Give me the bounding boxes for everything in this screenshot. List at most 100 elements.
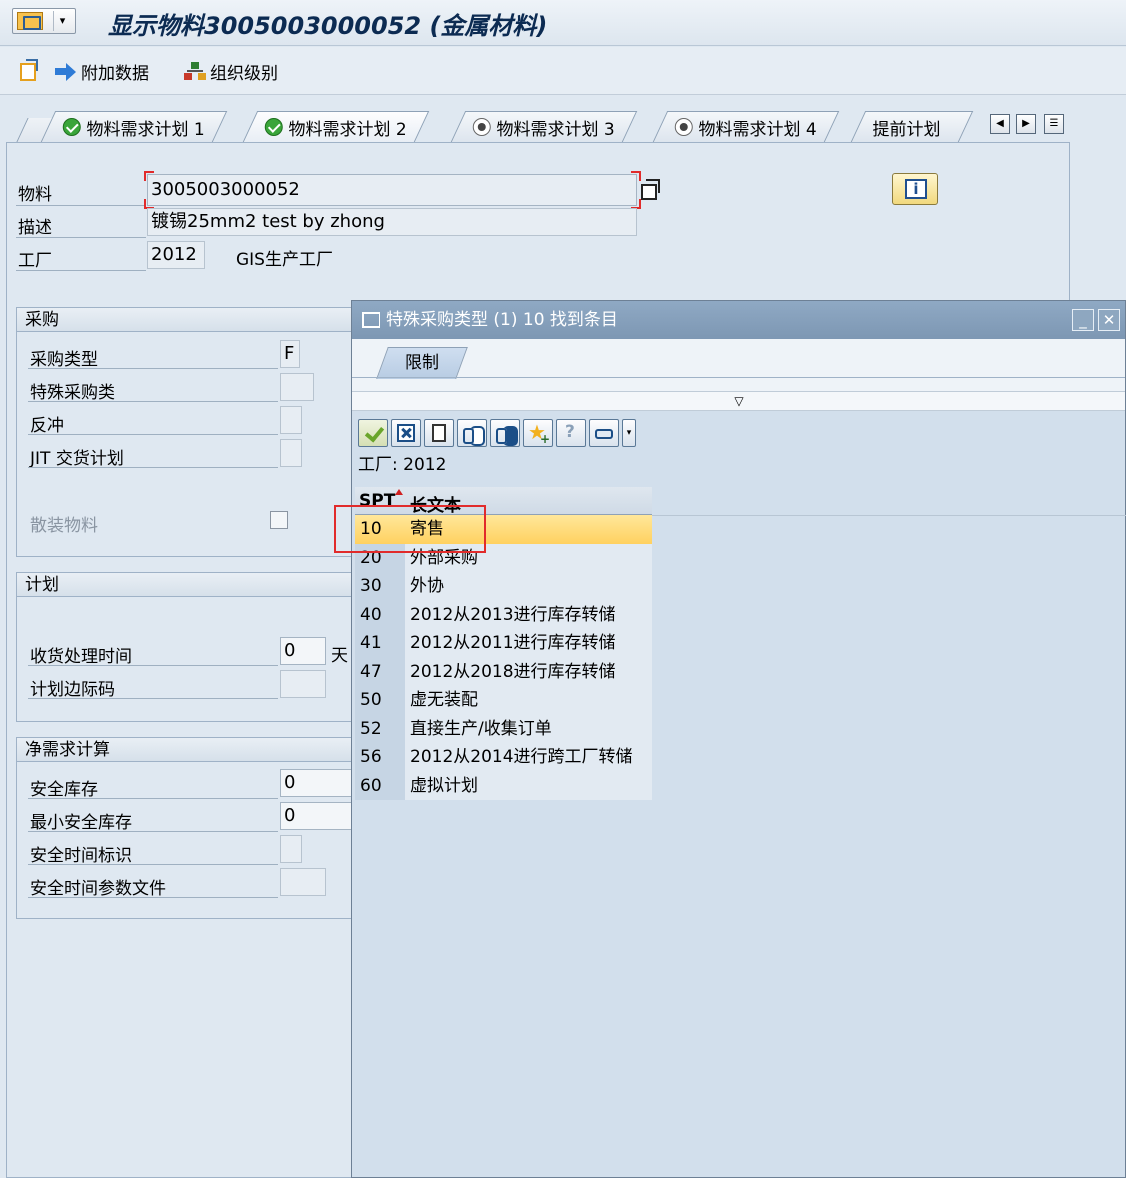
minimize-button[interactable]: _ [1072,309,1094,331]
required-marker [631,171,641,181]
print-options-dropdown[interactable]: ▾ [622,419,636,447]
spt-text: 2012从2014进行跨工厂转储 [405,743,652,772]
org-hierarchy-icon [184,61,206,82]
spt-code: 60 [355,771,405,800]
label-underline [28,401,278,402]
table-row[interactable]: 47 2012从2018进行库存转储 [355,657,652,686]
description-label: 描述 [18,218,52,238]
margin-key-field[interactable] [280,670,326,698]
plant-restriction-label: 工厂: 2012 [358,455,447,475]
backflush-field[interactable] [280,406,302,434]
restrictions-collapse-bar[interactable]: ▽ [352,391,1125,411]
procurement-type-label: 采购类型 [30,350,98,370]
sort-ascending-icon [395,489,403,495]
window-menu-icon [17,12,43,30]
grid-divider [652,515,1126,516]
label-underline [16,270,146,271]
jit-schedule-field[interactable] [280,439,302,467]
cancel-icon [397,424,415,442]
print-button[interactable] [589,419,619,447]
label-underline [28,467,278,468]
required-marker [144,171,154,181]
close-button[interactable]: ✕ [1098,309,1120,331]
plant-field[interactable]: 2012 [147,241,205,269]
find-next-button[interactable] [490,419,520,447]
org-levels-button[interactable]: 组织级别 [184,59,278,84]
tab-label: 限制 [405,353,439,373]
spt-code: 47 [355,657,405,686]
table-row[interactable]: 30 外协 [355,572,652,601]
bulk-material-checkbox[interactable] [270,511,288,529]
label-underline [28,368,278,369]
additional-data-button[interactable]: 附加数据 [55,59,149,84]
gr-processing-label: 收货处理时间 [30,647,132,667]
table-row[interactable]: 41 2012从2011进行库存转储 [355,629,652,658]
tab-divider [352,377,1125,378]
help-button[interactable] [556,419,586,447]
tab-scroll-right-button[interactable]: ▶ [1016,114,1036,134]
plant-label: 工厂 [18,251,52,271]
tab-scroll-left-button[interactable]: ◀ [990,114,1010,134]
scheduling-group-title: 计划 [17,573,355,597]
safety-time-profile-field[interactable] [280,868,326,896]
tab-label: 提前计划 [872,119,941,140]
tab-list-button[interactable]: ☰ [1044,114,1064,134]
find-button[interactable] [457,419,487,447]
tab-mrp-1[interactable]: 物料需求计划 1 [40,111,228,142]
tab-mrp-2[interactable]: 物料需求计划 2 [242,111,430,142]
safety-time-indicator-field[interactable] [280,835,302,863]
procurement-type-field[interactable]: F [280,340,300,368]
tab-forecast[interactable]: 提前计划 [850,111,974,142]
tab-mrp-3[interactable]: 物料需求计划 3 [450,111,638,142]
min-safety-stock-label: 最小安全库存 [30,813,132,833]
table-row[interactable]: 50 虚无装配 [355,686,652,715]
copy-from-button[interactable] [18,59,38,81]
printer-icon [595,429,613,439]
table-row[interactable]: 40 2012从2013进行库存转储 [355,600,652,629]
label-underline [28,897,278,898]
arrow-right-icon [55,62,77,81]
min-safety-stock-field[interactable]: 0 [280,802,352,830]
spt-text: 虚无装配 [405,686,652,715]
info-button[interactable]: i [892,173,938,205]
status-ok-icon [264,118,283,136]
cancel-button[interactable] [391,419,421,447]
highlight-box [334,505,486,553]
dialog-window-icon [362,312,380,328]
spt-text: 外协 [405,572,652,601]
tab-restrictions[interactable]: 限制 [376,347,468,379]
special-procurement-field[interactable] [280,373,314,401]
triangle-down-icon: ▽ [734,394,744,408]
add-favorite-button[interactable] [523,419,553,447]
system-menu-button[interactable]: ▾ [12,8,76,34]
spt-text: 虚拟计划 [405,771,652,800]
help-icon [562,422,580,442]
table-row[interactable]: 60 虚拟计划 [355,771,652,800]
title-bar: ▾ 显示物料3005003000052 (金属材料) [0,0,1126,46]
safety-stock-field[interactable]: 0 [280,769,352,797]
tab-mrp-4[interactable]: 物料需求计划 4 [652,111,840,142]
tab-label: 物料需求计划 1 [86,119,206,140]
continue-button[interactable] [358,419,388,447]
status-radio-icon [674,118,693,136]
checkmark-icon [364,424,382,442]
table-row[interactable]: 52 直接生产/收集订单 [355,714,652,743]
dialog-toolbar: ▾ [358,419,636,449]
new-search-button[interactable] [424,419,454,447]
gr-processing-field[interactable]: 0 [280,637,326,665]
info-icon: i [905,179,927,199]
special-procurement-label: 特殊采购类 [30,383,115,403]
table-row[interactable]: 56 2012从2014进行跨工厂转储 [355,743,652,772]
binoculars-icon [463,424,481,444]
window-title: 显示物料3005003000052 (金属材料) [108,12,548,40]
material-field[interactable]: 3005003000052 [147,174,637,206]
copy-icon[interactable] [641,179,661,200]
gr-unit: 天 [331,646,348,666]
description-field[interactable]: 镀锡25mm2 test by zhong [147,208,637,236]
plant-name: GIS生产工厂 [236,250,333,270]
spt-code: 56 [355,743,405,772]
label-underline [28,831,278,832]
org-levels-label: 组织级别 [210,64,278,84]
bulk-material-label: 散装物料 [30,516,98,536]
label-underline [16,205,146,206]
